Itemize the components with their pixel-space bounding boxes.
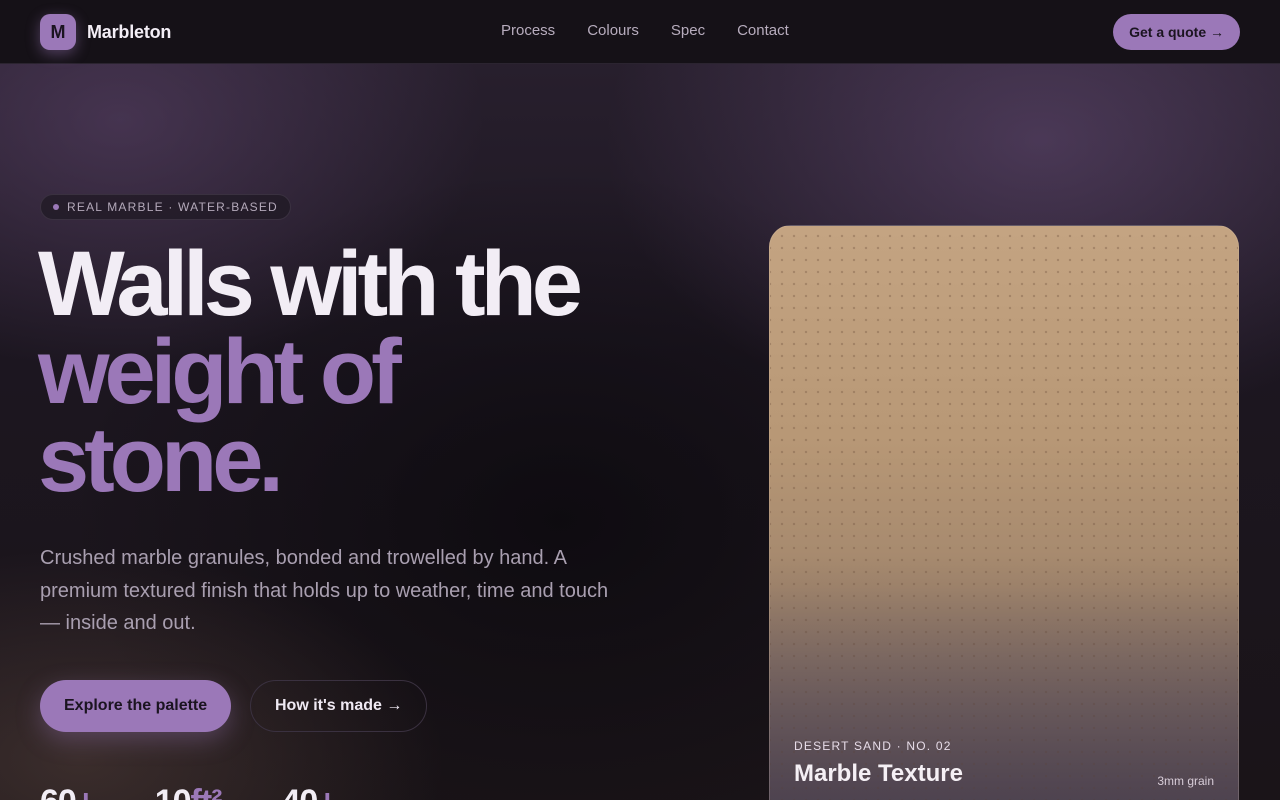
badge-label: REAL MARBLE · WATER-BASED [67, 200, 278, 214]
nav-links: Process Colours Spec Contact [501, 22, 789, 39]
explore-palette-button[interactable]: Explore the palette [40, 680, 232, 732]
hero-badge: REAL MARBLE · WATER-BASED [40, 194, 291, 220]
headline-line-1: Walls with the [38, 233, 583, 335]
badge-dot-icon [53, 204, 59, 210]
stat-item: 10ft² [155, 784, 223, 800]
card-gradient-overlay [770, 226, 1238, 800]
card-title: Marble Texture [794, 760, 963, 787]
headline-line-3: stone. [38, 409, 284, 511]
how-its-made-button[interactable]: How it's made → [250, 680, 428, 732]
top-navigation: M Marbleton Process Colours Spec Contact… [0, 0, 1280, 64]
nav-link-spec[interactable]: Spec [671, 22, 705, 39]
brand-name: Marbleton [87, 21, 172, 42]
nav-link-colours[interactable]: Colours [587, 22, 639, 39]
get-quote-button[interactable]: Get a quote → [1113, 14, 1240, 50]
brand[interactable]: M Marbleton [40, 14, 171, 50]
stats-row: 60+ 10ft² 40+ [40, 784, 337, 800]
card-subtitle: DESERT SAND · NO. 02 [794, 739, 952, 753]
nav-link-contact[interactable]: Contact [737, 22, 789, 39]
stat-item: 60+ [40, 784, 96, 800]
hero-description: Crushed marble granules, bonded and trow… [40, 547, 609, 634]
headline-line-2: weight of [38, 321, 402, 423]
nav-link-process[interactable]: Process [501, 22, 555, 39]
logo-icon: M [40, 14, 76, 50]
hero-headline: Walls with the weight of stone. [38, 233, 698, 511]
stat-item: 40+ [281, 784, 337, 800]
card-grain-note: 3mm grain [1157, 774, 1214, 788]
texture-sample-card[interactable]: DESERT SAND · NO. 02 Marble Texture 3mm … [769, 225, 1239, 800]
